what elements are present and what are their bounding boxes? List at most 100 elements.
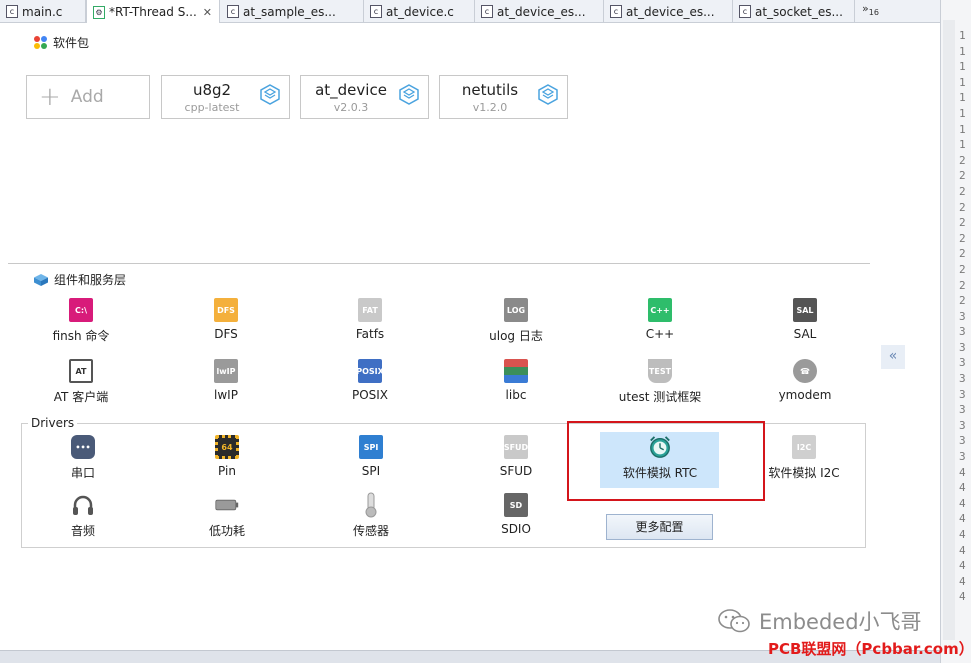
component-posix[interactable]: POSIX POSIX — [310, 359, 430, 402]
fat-file-icon: FAT — [358, 298, 382, 322]
component-finsh[interactable]: C:\ finsh 命令 — [21, 298, 141, 344]
side-editor-strip: 1111111122222222223333333333444444444 — [940, 0, 971, 663]
component-label: POSIX — [351, 388, 389, 402]
c-file-icon: c — [481, 5, 493, 18]
tab-overflow-button[interactable]: »16 — [862, 2, 879, 17]
chevron-double-right-icon: » — [862, 2, 869, 15]
line-numbers: 1111111122222222223333333333444444444 — [959, 28, 971, 605]
packages-icon — [34, 35, 48, 50]
tab-label: at_sample_es... — [243, 4, 336, 19]
tab-main-c[interactable]: c main.c — [0, 0, 86, 23]
section-divider — [8, 263, 870, 264]
layers-icon — [34, 273, 48, 286]
package-card-netutils[interactable]: netutils v1.2.0 — [439, 75, 568, 119]
component-label: libc — [505, 388, 527, 402]
component-ymodem[interactable]: ☎ ymodem — [745, 359, 865, 402]
line-number: 4 — [959, 481, 966, 495]
component-cpp[interactable]: C++ C++ — [600, 298, 720, 341]
driver-pin[interactable]: 64 Pin — [167, 435, 287, 478]
settings-file-icon: ⚙ — [93, 5, 105, 19]
cpp-file-icon: C++ — [648, 298, 672, 322]
package-name: at_device — [315, 81, 387, 99]
line-number: 2 — [959, 153, 966, 167]
line-number: 2 — [959, 262, 966, 276]
component-sal[interactable]: SAL SAL — [745, 298, 865, 341]
component-ulog[interactable]: LOG ulog 日志 — [456, 298, 576, 344]
line-number: 2 — [959, 231, 966, 245]
component-label: AT 客户端 — [53, 390, 109, 404]
component-libc[interactable]: libc — [456, 359, 576, 402]
tab-at-socket[interactable]: c at_socket_es... — [733, 0, 855, 23]
battery-icon — [215, 493, 239, 517]
driver-label: 音频 — [70, 524, 95, 538]
line-number: 1 — [959, 29, 966, 42]
driver-label: SDIO — [501, 522, 531, 536]
line-number: 3 — [959, 356, 966, 370]
plus-icon: + — [39, 82, 61, 112]
line-number: 3 — [959, 418, 966, 432]
line-number: 4 — [959, 543, 966, 557]
chip-icon: 64 — [215, 435, 239, 459]
driver-label: SPI — [361, 464, 381, 478]
line-number: 4 — [959, 590, 966, 604]
component-label: utest 测试框架 — [618, 390, 702, 404]
overflow-count: 16 — [868, 8, 879, 18]
tab-at-device-es-1[interactable]: c at_device_es... — [475, 0, 604, 23]
c-file-icon: c — [370, 5, 382, 18]
collapse-panel-button[interactable]: « — [881, 345, 905, 369]
line-number: 4 — [959, 559, 966, 573]
driver-low-power[interactable]: 低功耗 — [167, 493, 287, 539]
package-cube-icon — [538, 84, 558, 105]
packages-title: 软件包 — [53, 36, 90, 50]
driver-sfud[interactable]: SFUD SFUD — [456, 435, 576, 478]
more-config-button[interactable]: 更多配置 — [606, 514, 713, 540]
component-lwip[interactable]: lwIP lwIP — [166, 359, 286, 402]
component-utest[interactable]: TEST utest 测试框架 — [600, 359, 720, 405]
driver-audio[interactable]: 音频 — [23, 493, 143, 539]
package-card-at-device[interactable]: at_device v2.0.3 — [300, 75, 429, 119]
line-number: 4 — [959, 574, 966, 588]
driver-serial[interactable]: ••• 串口 — [23, 435, 143, 481]
package-cube-icon — [260, 84, 280, 105]
driver-sdio[interactable]: SD SDIO — [456, 493, 576, 536]
line-number: 3 — [959, 340, 966, 354]
spi-icon: SPI — [359, 435, 383, 459]
watermark-text: Embeded小飞哥 — [759, 610, 922, 634]
add-package-button[interactable]: + Add — [26, 75, 150, 119]
line-number: 2 — [959, 278, 966, 292]
close-icon[interactable]: ✕ — [203, 6, 212, 19]
thermometer-icon — [359, 492, 383, 518]
packages-header: 软件包 — [34, 34, 89, 51]
component-at-client[interactable]: AT AT 客户端 — [21, 359, 141, 405]
line-number: 2 — [959, 169, 966, 183]
line-number: 2 — [959, 200, 966, 214]
driver-sensor[interactable]: 传感器 — [311, 492, 431, 539]
tab-at-device-es-2[interactable]: c at_device_es... — [604, 0, 733, 23]
components-header: 组件和服务层 — [33, 271, 126, 288]
line-number: 3 — [959, 325, 966, 339]
component-label: ymodem — [778, 388, 832, 402]
driver-spi[interactable]: SPI SPI — [311, 435, 431, 478]
i2c-chip-icon: I2C — [792, 435, 816, 459]
tab-rt-thread-settings[interactable]: ⚙ *RT-Thread S... ✕ — [86, 0, 220, 24]
headphones-icon — [71, 493, 95, 517]
package-version: v1.2.0 — [472, 101, 508, 114]
wechat-icon — [718, 609, 750, 633]
package-card-u8g2[interactable]: u8g2 cpp-latest — [161, 75, 290, 119]
sd-card-icon: SD — [504, 493, 528, 517]
log-file-icon: LOG — [504, 298, 528, 322]
component-label: Fatfs — [355, 327, 385, 341]
watermark-primary: Embeded小飞哥 — [717, 606, 922, 636]
tab-label: main.c — [22, 4, 63, 19]
package-name: netutils — [461, 81, 519, 99]
line-number: 4 — [959, 465, 966, 479]
c-file-icon: c — [739, 5, 751, 18]
tab-at-device[interactable]: c at_device.c — [364, 0, 475, 23]
component-dfs[interactable]: DFS DFS — [166, 298, 286, 341]
tab-at-sample[interactable]: c at_sample_es... — [221, 0, 364, 23]
component-fatfs[interactable]: FAT Fatfs — [310, 298, 430, 341]
line-number: 1 — [959, 91, 966, 105]
driver-label: Pin — [218, 464, 236, 478]
line-number: 1 — [959, 44, 966, 58]
line-number: 3 — [959, 387, 966, 401]
